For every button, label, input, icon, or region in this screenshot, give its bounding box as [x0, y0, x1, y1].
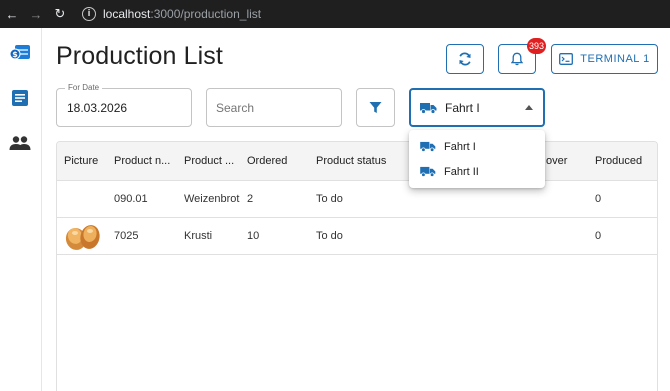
caret-up-icon [525, 105, 533, 110]
table-row[interactable]: 7025 Krusti 10 To do 0 [57, 218, 657, 255]
forward-icon[interactable]: → [24, 0, 48, 28]
back-icon[interactable]: ← [0, 0, 24, 28]
terminal-button[interactable]: TERMINAL 1 [551, 44, 658, 74]
terminal-icon [559, 53, 574, 65]
date-field-value[interactable]: 18.03.2026 [67, 101, 127, 115]
table-row[interactable]: 090.01 Weizenbrot 2 To do 0 [57, 181, 657, 218]
search-input[interactable]: Search [206, 88, 342, 127]
date-field-label: For Date [65, 83, 103, 92]
date-field[interactable]: For Date 18.03.2026 [56, 83, 192, 127]
svg-text:$: $ [12, 50, 18, 59]
url-host: localhost [103, 7, 151, 21]
truck-icon [420, 102, 437, 114]
page-title: Production List [56, 42, 223, 70]
truck-icon [420, 141, 436, 152]
product-status: To do [316, 193, 343, 205]
bell-icon [511, 52, 523, 66]
filter-icon [369, 102, 382, 113]
notification-badge: 393 [527, 38, 547, 54]
refresh-button[interactable] [446, 44, 484, 74]
route-dropdown-menu: Fahrt I Fahrt II [409, 130, 545, 188]
app-logo-icon[interactable]: $ [9, 42, 31, 64]
sidebar: $ [0, 28, 42, 391]
url-text[interactable]: localhost:3000/production_list [103, 7, 261, 21]
column-header[interactable]: Product ... [184, 155, 240, 167]
refresh-icon [459, 52, 471, 66]
ordered-count: 2 [247, 193, 254, 205]
column-header[interactable]: Produced [595, 155, 650, 167]
column-header[interactable]: Picture [64, 155, 108, 167]
product-picture [63, 220, 101, 253]
column-header[interactable]: Product n... [114, 155, 176, 167]
terminal-label: TERMINAL 1 [580, 53, 650, 65]
route-option-label: Fahrt I [444, 140, 476, 153]
browser-toolbar: ← → ↻ i localhost:3000/production_list [0, 0, 670, 28]
route-option[interactable]: Fahrt II [409, 159, 545, 184]
production-table: Picture Product n... Product ... Ordered… [56, 141, 658, 391]
product-number: 7025 [114, 230, 139, 242]
route-select[interactable]: Fahrt I [409, 88, 545, 127]
column-header[interactable]: over [546, 155, 576, 167]
produced-count: 0 [595, 193, 602, 205]
search-placeholder: Search [216, 101, 255, 115]
ordered-count: 10 [247, 230, 260, 242]
route-option-label: Fahrt II [444, 165, 479, 178]
route-select-value: Fahrt I [445, 100, 480, 115]
product-number: 090.01 [114, 193, 148, 205]
reload-icon[interactable]: ↻ [48, 0, 72, 28]
url-path: :3000/production_list [150, 7, 262, 21]
column-header[interactable]: Product status [316, 155, 406, 167]
product-status: To do [316, 230, 343, 242]
site-info-icon[interactable]: i [82, 7, 96, 21]
table-header: Picture Product n... Product ... Ordered… [57, 142, 657, 181]
produced-count: 0 [595, 230, 602, 242]
column-header[interactable]: Ordered [247, 155, 302, 167]
filter-button[interactable] [356, 88, 395, 127]
route-option[interactable]: Fahrt I [409, 134, 545, 159]
product-name: Krusti [184, 230, 213, 242]
truck-icon [420, 166, 436, 177]
list-document-icon[interactable] [9, 87, 31, 109]
product-name: Weizenbrot [184, 193, 240, 205]
people-icon[interactable] [9, 132, 31, 154]
address-bar[interactable]: i localhost:3000/production_list [82, 0, 261, 28]
